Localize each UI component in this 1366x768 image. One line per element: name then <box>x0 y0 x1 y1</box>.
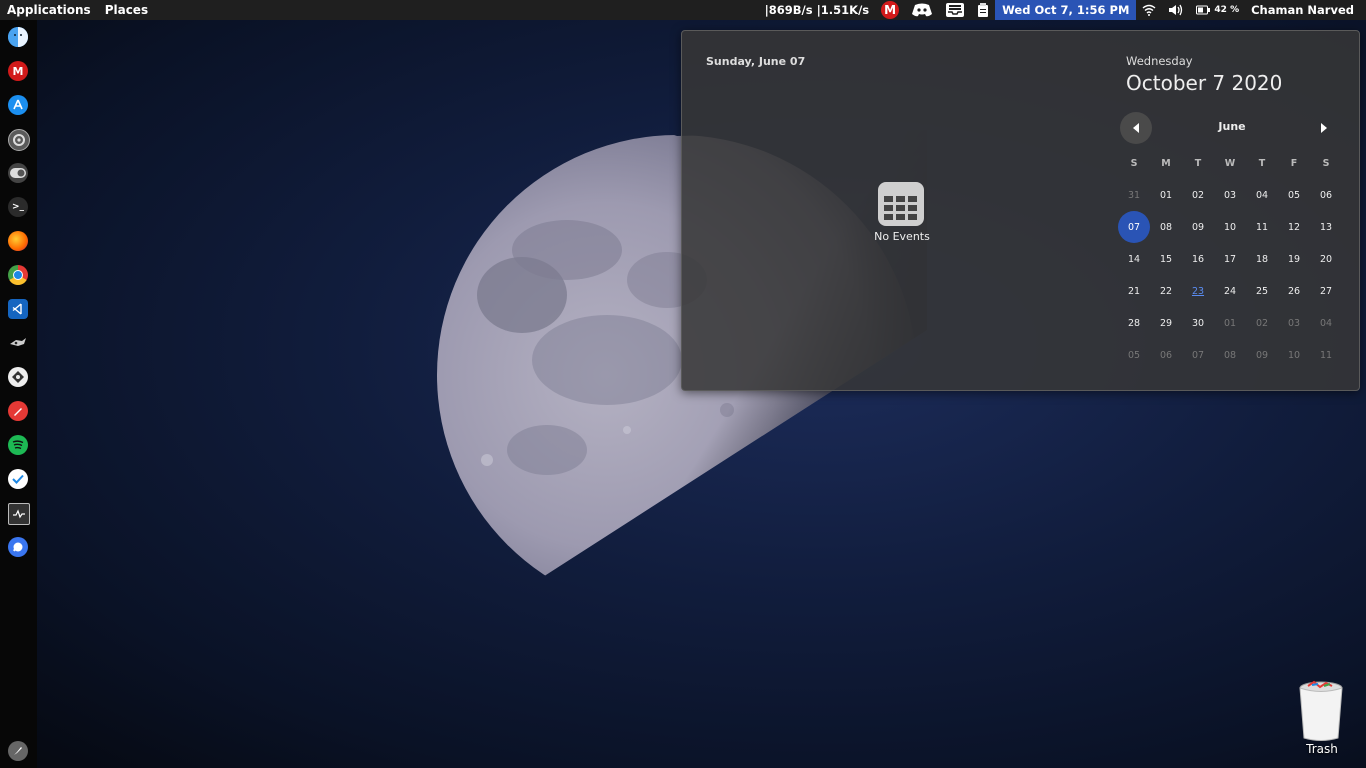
day-cell[interactable]: 08 <box>1150 211 1182 243</box>
today-date[interactable]: October 7 2020 <box>1126 71 1282 95</box>
day-cell-with-event[interactable]: 23 <box>1182 275 1214 307</box>
applications-menu[interactable]: Applications <box>0 3 98 17</box>
settings-icon[interactable] <box>8 129 30 151</box>
signal-icon[interactable] <box>8 537 28 557</box>
mega-letter: M <box>881 1 900 19</box>
day-cell[interactable]: 24 <box>1214 275 1246 307</box>
day-cell[interactable]: 31 <box>1118 179 1150 211</box>
chevron-right-icon <box>1321 123 1327 133</box>
volume-icon[interactable] <box>1162 0 1190 20</box>
day-header: T <box>1194 157 1202 169</box>
day-cell[interactable]: 18 <box>1246 243 1278 275</box>
day-header: S <box>1130 157 1138 169</box>
calendar-grid-icon <box>878 182 924 226</box>
day-cell[interactable]: 25 <box>1246 275 1278 307</box>
battery-icon <box>1196 5 1211 15</box>
no-events-label: No Events <box>874 230 930 243</box>
day-header: S <box>1322 157 1330 169</box>
day-cell[interactable]: 17 <box>1214 243 1246 275</box>
day-cell[interactable]: 08 <box>1214 339 1246 371</box>
day-cell[interactable]: 13 <box>1310 211 1342 243</box>
battery-indicator[interactable]: 42 % <box>1190 0 1243 20</box>
clock-button[interactable]: Wed Oct 7, 1:56 PM <box>995 0 1137 20</box>
day-cell[interactable]: 09 <box>1246 339 1278 371</box>
firefox-icon[interactable] <box>8 231 28 251</box>
trash-label: Trash <box>1306 742 1338 756</box>
hacker-icon[interactable] <box>8 333 28 353</box>
day-header: W <box>1224 157 1236 169</box>
terminal-icon[interactable]: >_ <box>8 197 28 217</box>
sentinel-icon[interactable] <box>8 367 28 387</box>
day-cell[interactable]: 15 <box>1150 243 1182 275</box>
day-cell[interactable]: 14 <box>1118 243 1150 275</box>
mega-icon[interactable]: M <box>8 61 28 81</box>
day-cell[interactable]: 04 <box>1310 307 1342 339</box>
wifi-icon[interactable] <box>1136 0 1162 20</box>
day-cell[interactable]: 03 <box>1214 179 1246 211</box>
toggle-icon[interactable] <box>8 163 28 183</box>
day-cell[interactable]: 20 <box>1310 243 1342 275</box>
day-cell[interactable]: 10 <box>1214 211 1246 243</box>
top-panel: Applications Places |869B/s |1.51K/s M W… <box>0 0 1366 20</box>
day-cell[interactable]: 11 <box>1246 211 1278 243</box>
day-cell[interactable]: 11 <box>1310 339 1342 371</box>
day-cell[interactable]: 22 <box>1150 275 1182 307</box>
discord-tray-icon[interactable] <box>905 0 939 20</box>
day-cell[interactable]: 02 <box>1182 179 1214 211</box>
network-speed[interactable]: |869B/s |1.51K/s <box>759 0 876 20</box>
inbox-tray-icon[interactable] <box>939 0 971 20</box>
day-cell[interactable]: 02 <box>1246 307 1278 339</box>
finder-icon[interactable] <box>8 27 28 47</box>
day-header: M <box>1161 157 1171 169</box>
day-cell[interactable]: 16 <box>1182 243 1214 275</box>
day-cell[interactable]: 29 <box>1150 307 1182 339</box>
next-month-button[interactable] <box>1308 112 1340 144</box>
calendar-popover: Sunday, June 07 No Events Wednesday Octo… <box>681 30 1360 391</box>
day-cell[interactable]: 28 <box>1118 307 1150 339</box>
day-cell[interactable]: 05 <box>1118 339 1150 371</box>
mega-tray-icon[interactable]: M <box>875 0 905 20</box>
month-label: June <box>1218 120 1246 133</box>
day-cell[interactable]: 26 <box>1278 275 1310 307</box>
day-cell[interactable]: 03 <box>1278 307 1310 339</box>
clipboard-tray-icon[interactable] <box>971 0 995 20</box>
vscode-icon[interactable] <box>8 299 28 319</box>
day-cell[interactable]: 01 <box>1214 307 1246 339</box>
day-cell[interactable]: 30 <box>1182 307 1214 339</box>
day-cell[interactable]: 07 <box>1182 339 1214 371</box>
day-cell[interactable]: 04 <box>1246 179 1278 211</box>
spotify-icon[interactable] <box>8 435 28 455</box>
user-menu[interactable]: Chaman Narved <box>1243 0 1366 20</box>
day-cell[interactable]: 21 <box>1118 275 1150 307</box>
app-store-icon[interactable] <box>8 95 28 115</box>
chevron-left-icon <box>1133 123 1139 133</box>
day-cell[interactable]: 05 <box>1278 179 1310 211</box>
day-cell[interactable]: 12 <box>1278 211 1310 243</box>
day-header: F <box>1290 157 1298 169</box>
chrome-icon[interactable] <box>8 265 28 285</box>
day-header: T <box>1258 157 1266 169</box>
places-menu[interactable]: Places <box>98 3 155 17</box>
day-cell[interactable]: 06 <box>1150 339 1182 371</box>
day-cell[interactable]: 01 <box>1150 179 1182 211</box>
day-cell[interactable]: 09 <box>1182 211 1214 243</box>
day-cell[interactable]: 19 <box>1278 243 1310 275</box>
day-cell[interactable]: 27 <box>1310 275 1342 307</box>
day-cell[interactable]: 10 <box>1278 339 1310 371</box>
day-cell-selected[interactable]: 07 <box>1118 211 1150 243</box>
system-monitor-icon[interactable] <box>8 503 30 525</box>
selected-date-header: Sunday, June 07 <box>706 55 806 68</box>
launcher-icon[interactable] <box>8 741 28 761</box>
battery-percent: 42 % <box>1214 5 1240 15</box>
dock: M >_ <box>0 20 37 768</box>
todo-icon[interactable] <box>8 469 28 489</box>
pen-icon[interactable] <box>8 401 28 421</box>
day-cell[interactable]: 06 <box>1310 179 1342 211</box>
previous-month-button[interactable] <box>1120 112 1152 144</box>
today-weekday[interactable]: Wednesday <box>1126 54 1193 68</box>
